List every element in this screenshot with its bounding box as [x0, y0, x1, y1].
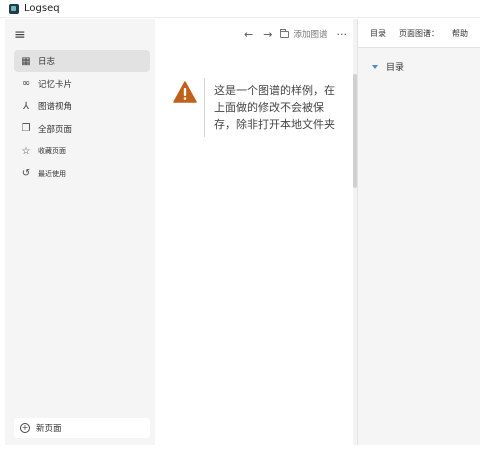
sidebar-item-label: 日志	[38, 57, 56, 67]
window-bottom-edge	[0, 445, 480, 450]
tab-contents[interactable]: 目录	[370, 28, 386, 39]
pages-icon: ❐	[21, 123, 31, 134]
left-sidebar: ≡ ▦ 日志 ∞ 记忆卡片 ⅄ 图谱视角 ❐ 全部页面 ☆ 收藏页面 ↺ 最近使…	[5, 19, 155, 445]
main-content: ← → 添加图谱 ··· 这是一个图谱的样例，在上面做的修改不会被保存，除非打开…	[155, 19, 357, 445]
folder-plus-icon	[280, 28, 290, 38]
logseq-logo-icon	[9, 3, 19, 14]
sidebar-item-journals[interactable]: ▦ 日志	[14, 50, 150, 72]
back-arrow-icon[interactable]: ←	[244, 28, 253, 41]
caret-down-icon	[372, 64, 378, 69]
sidebar-item-label: 图谱视角	[38, 102, 73, 112]
sidebar-item-label: 最近使用	[38, 169, 66, 178]
forward-arrow-icon[interactable]: →	[263, 28, 272, 41]
main-toolbar: ← → 添加图谱 ···	[155, 25, 357, 43]
new-page-button[interactable]: + 新页面	[14, 418, 150, 438]
graph-icon: ⅄	[22, 100, 30, 112]
right-sidebar-tabs: 目录 页面图谱： 帮助	[358, 19, 480, 47]
sidebar-item-flashcards[interactable]: ∞ 记忆卡片	[14, 73, 150, 95]
sidebar-item-all-pages[interactable]: ❐ 全部页面	[14, 118, 150, 140]
sidebar-nav: ▦ 日志 ∞ 记忆卡片 ⅄ 图谱视角 ❐ 全部页面 ☆ 收藏页面 ↺ 最近使用	[14, 50, 150, 185]
new-page-label: 新页面	[36, 424, 62, 434]
sidebar-item-label: 收藏页面	[38, 147, 66, 155]
add-graph-button[interactable]: 添加图谱	[280, 28, 328, 40]
tab-page-graph[interactable]: 页面图谱：	[399, 28, 439, 39]
tab-help[interactable]: 帮助	[452, 28, 468, 39]
demo-graph-warning-text: 这是一个图谱的样例，在上面做的修改不会被保存，除非打开本地文件夹	[214, 84, 335, 131]
more-options-icon[interactable]: ···	[337, 28, 348, 41]
contents-section-title: 目录	[386, 63, 405, 73]
right-tabs-divider	[358, 47, 480, 48]
title-bar: Logseq	[0, 0, 480, 18]
sidebar-item-label: 全部页面	[38, 124, 73, 135]
plus-circle-icon: +	[20, 423, 30, 433]
warning-divider	[204, 78, 205, 137]
sidebar-item-label: 记忆卡片	[38, 79, 73, 90]
warning-icon	[173, 81, 197, 103]
window-title: Logseq	[24, 3, 60, 14]
sidebar-item-graph-view[interactable]: ⅄ 图谱视角	[14, 95, 150, 117]
history-icon: ↺	[21, 168, 31, 179]
menu-toggle-icon[interactable]: ≡	[14, 28, 26, 42]
sidebar-item-recent[interactable]: ↺ 最近使用	[14, 163, 150, 185]
flashcards-icon: ∞	[21, 78, 31, 89]
calendar-icon: ▦	[21, 55, 31, 67]
add-graph-label: 添加图谱	[293, 30, 328, 40]
right-sidebar: 目录 页面图谱： 帮助 目录	[357, 19, 480, 445]
sidebar-item-favorites[interactable]: ☆ 收藏页面	[14, 140, 150, 162]
star-icon: ☆	[21, 145, 31, 157]
contents-section-toggle[interactable]: 目录	[372, 60, 404, 73]
